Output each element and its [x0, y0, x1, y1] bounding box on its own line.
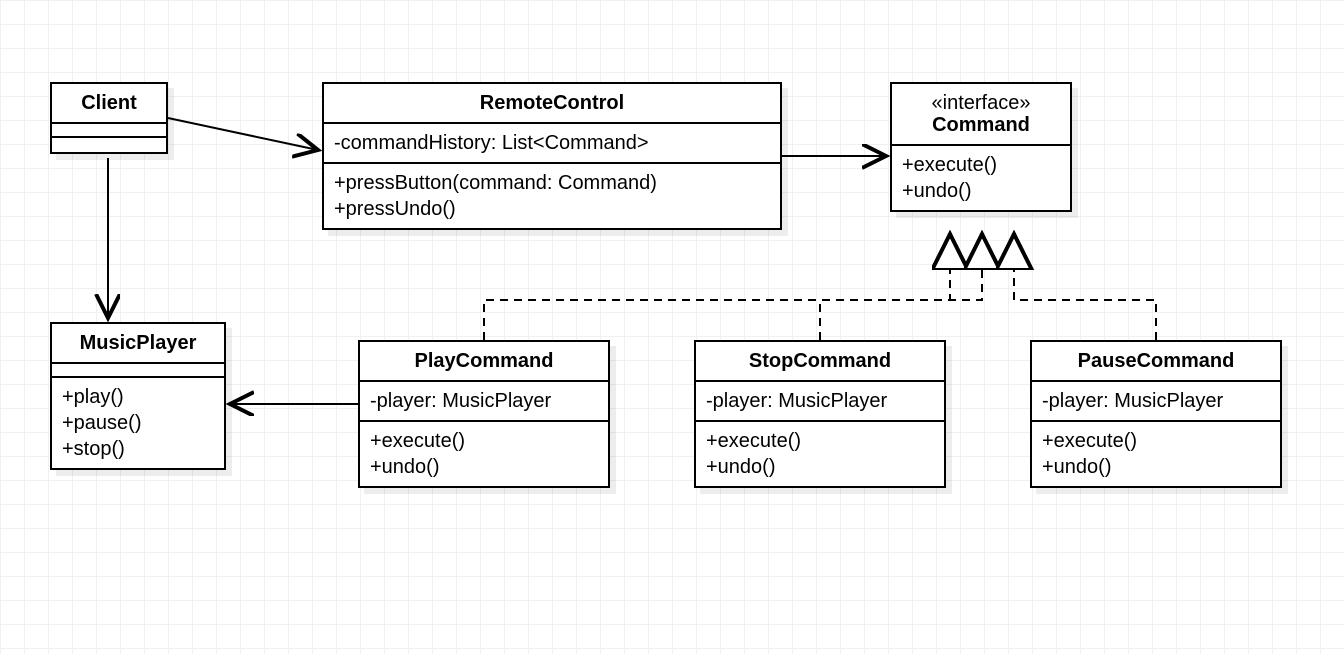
assoc-client-remotecontrol	[168, 118, 318, 150]
methods-compartment	[52, 138, 166, 152]
methods-compartment: +play() +pause() +stop()	[52, 378, 224, 468]
attribute: -commandHistory: List<Command>	[334, 130, 770, 156]
method: +undo()	[370, 454, 598, 480]
method: +undo()	[706, 454, 934, 480]
method: +pressUndo()	[334, 196, 770, 222]
interface-name: Command	[902, 112, 1060, 138]
method: +stop()	[62, 436, 214, 462]
class-title: StopCommand	[696, 342, 944, 382]
method: +execute()	[706, 428, 934, 454]
realize-pausecommand-command	[1014, 234, 1156, 340]
class-play-command[interactable]: PlayCommand -player: MusicPlayer +execut…	[358, 340, 610, 488]
methods-compartment: +execute() +undo()	[1032, 422, 1280, 486]
method: +execute()	[1042, 428, 1270, 454]
method: +pause()	[62, 410, 214, 436]
methods-compartment: +execute() +undo()	[360, 422, 608, 486]
method: +execute()	[902, 152, 1060, 178]
attribute: -player: MusicPlayer	[706, 388, 934, 414]
method: +pressButton(command: Command)	[334, 170, 770, 196]
class-stop-command[interactable]: StopCommand -player: MusicPlayer +execut…	[694, 340, 946, 488]
class-title: PauseCommand	[1032, 342, 1280, 382]
attributes-compartment	[52, 124, 166, 138]
class-pause-command[interactable]: PauseCommand -player: MusicPlayer +execu…	[1030, 340, 1282, 488]
attribute: -player: MusicPlayer	[1042, 388, 1270, 414]
methods-compartment: +execute() +undo()	[892, 146, 1070, 210]
attributes-compartment: -commandHistory: List<Command>	[324, 124, 780, 164]
attributes-compartment: -player: MusicPlayer	[1032, 382, 1280, 422]
interface-command[interactable]: «interface» Command +execute() +undo()	[890, 82, 1072, 212]
attributes-compartment: -player: MusicPlayer	[360, 382, 608, 422]
class-title: RemoteControl	[324, 84, 780, 124]
class-music-player[interactable]: MusicPlayer +play() +pause() +stop()	[50, 322, 226, 470]
attributes-compartment	[52, 364, 224, 378]
class-title: Client	[52, 84, 166, 124]
method: +execute()	[370, 428, 598, 454]
uml-canvas: Client RemoteControl -commandHistory: Li…	[0, 0, 1344, 654]
class-remote-control[interactable]: RemoteControl -commandHistory: List<Comm…	[322, 82, 782, 230]
attribute: -player: MusicPlayer	[370, 388, 598, 414]
attributes-compartment: -player: MusicPlayer	[696, 382, 944, 422]
class-title: MusicPlayer	[52, 324, 224, 364]
method: +undo()	[1042, 454, 1270, 480]
realize-playcommand-command	[484, 234, 950, 340]
methods-compartment: +execute() +undo()	[696, 422, 944, 486]
methods-compartment: +pressButton(command: Command) +pressUnd…	[324, 164, 780, 228]
class-title: PlayCommand	[360, 342, 608, 382]
method: +play()	[62, 384, 214, 410]
class-title: «interface» Command	[892, 84, 1070, 146]
method: +undo()	[902, 178, 1060, 204]
realize-stopcommand-command	[820, 234, 982, 340]
class-client[interactable]: Client	[50, 82, 168, 154]
